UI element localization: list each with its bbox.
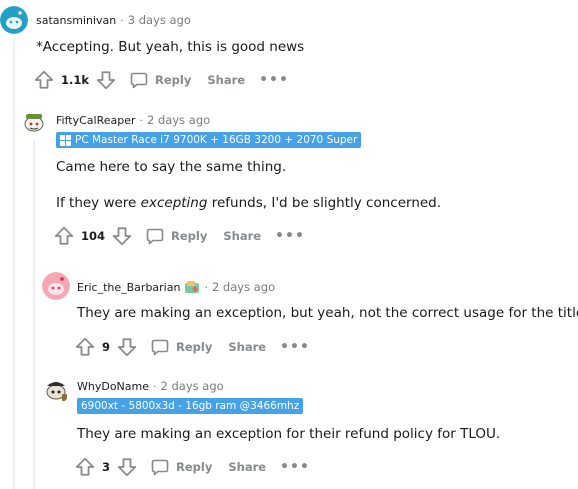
separator-dot: · [153,379,157,393]
comment-bubble-icon [151,459,169,476]
separator-dot: · [120,13,124,27]
body-emphasis: excepting [140,195,208,211]
avatar[interactable] [42,272,70,300]
snoo-avatar-icon [0,6,28,34]
reply-button[interactable]: Reply [145,226,207,246]
share-button[interactable]: Share [223,229,261,243]
reply-label: Reply [171,229,208,243]
vote-score: 104 [81,229,106,243]
more-options-icon[interactable]: ••• [280,339,310,355]
comment-body: They are making an exception, but yeah, … [77,305,578,321]
share-button[interactable]: Share [228,340,266,354]
vote-score: 9 [102,340,111,354]
avatar[interactable] [42,376,70,404]
more-options-icon[interactable]: ••• [280,459,310,475]
share-button[interactable]: Share [228,460,266,474]
reply-label: Reply [176,460,213,474]
comment-bubble-icon [130,72,148,89]
vote-score: 1.1k [61,73,90,87]
thread-line[interactable] [33,140,35,489]
more-options-icon[interactable]: ••• [259,72,289,88]
downvote-icon[interactable] [95,69,117,91]
body-text-segment: If they were [56,195,141,211]
share-button[interactable]: Share [207,73,245,87]
award-icon [184,279,200,295]
comment-bubble-icon [151,339,169,356]
body-text-segment: refunds, I'd be slightly concerned. [207,195,442,211]
username[interactable]: WhyDoName [77,380,149,393]
avatar[interactable] [0,6,28,34]
separator-dot: · [204,280,208,294]
comment-actions: 104 Reply Share ••• [53,224,305,248]
thread-line[interactable] [13,38,15,489]
upvote-icon[interactable] [33,69,55,91]
username[interactable]: FiftyCalReaper [56,114,136,127]
comment-meta: FiftyCalReaper · 2 days ago [56,112,210,128]
timestamp[interactable]: 2 days ago [161,379,224,393]
snoo-avatar-icon [42,272,70,300]
user-flair: 6900xt - 5800x3d - 16gb ram @3466mhz [77,398,304,414]
comment-bubble-icon [146,228,164,245]
upvote-icon[interactable] [53,225,75,247]
comment-meta: satansminivan · 3 days ago [36,12,191,28]
downvote-icon[interactable] [116,336,138,358]
comment-actions: 3 Reply Share ••• [74,455,310,479]
upvote-icon[interactable] [74,456,96,478]
more-options-icon[interactable]: ••• [275,228,305,244]
downvote-icon[interactable] [116,456,138,478]
comment-actions: 1.1k Reply Share ••• [33,68,289,92]
comment-body: Came here to say the same thing. [56,159,287,175]
comment-body: They are making an exception for their r… [77,426,501,442]
user-flair: PC Master Race i7 9700K + 16GB 3200 + 20… [56,132,362,148]
username[interactable]: satansminivan [36,14,116,27]
comment-actions: 9 Reply Share ••• [74,335,310,359]
separator-dot: · [139,113,144,127]
upvote-icon[interactable] [74,336,96,358]
snoo-avatar-icon [42,376,70,404]
reply-label: Reply [155,73,192,87]
timestamp[interactable]: 2 days ago [147,113,210,127]
reply-button[interactable]: Reply [129,70,191,90]
username[interactable]: Eric_the_Barbarian [77,281,180,294]
reply-label: Reply [176,340,213,354]
flair-text: PC Master Race i7 9700K + 16GB 3200 + 20… [75,134,358,146]
windows-logo-icon [60,134,71,146]
downvote-icon[interactable] [111,225,133,247]
comment-meta: Eric_the_Barbarian · 2 days ago [77,279,275,295]
reply-button[interactable]: Reply [150,337,212,357]
comment-body: If they were excepting refunds, I'd be s… [56,194,441,212]
reply-button[interactable]: Reply [150,457,212,477]
timestamp[interactable]: 3 days ago [128,13,191,27]
comment-body: *Accepting. But yeah, this is good news [36,39,305,55]
vote-score: 3 [102,460,111,474]
snoo-avatar-icon [20,108,48,136]
comment-meta: WhyDoName · 2 days ago [77,378,224,394]
avatar[interactable] [20,108,48,136]
timestamp[interactable]: 2 days ago [212,280,275,294]
